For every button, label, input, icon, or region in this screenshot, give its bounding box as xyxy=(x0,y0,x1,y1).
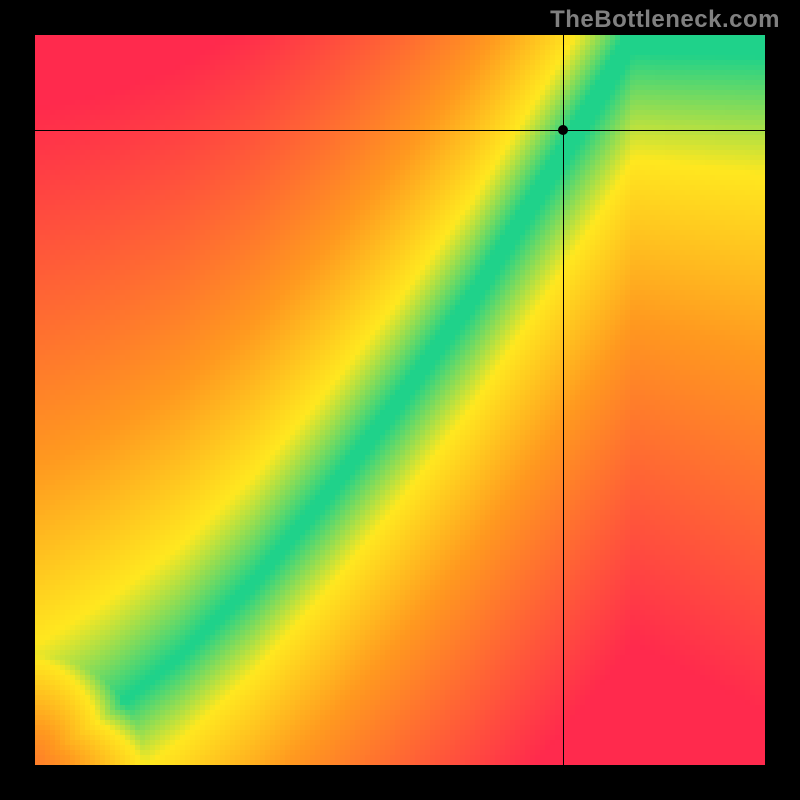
watermark-text: TheBottleneck.com xyxy=(550,6,780,34)
selection-marker-dot xyxy=(558,125,568,135)
chart-frame: TheBottleneck.com xyxy=(0,0,800,800)
crosshair-horizontal xyxy=(35,130,765,131)
crosshair-vertical xyxy=(563,35,564,765)
bottleneck-heatmap xyxy=(35,35,765,765)
